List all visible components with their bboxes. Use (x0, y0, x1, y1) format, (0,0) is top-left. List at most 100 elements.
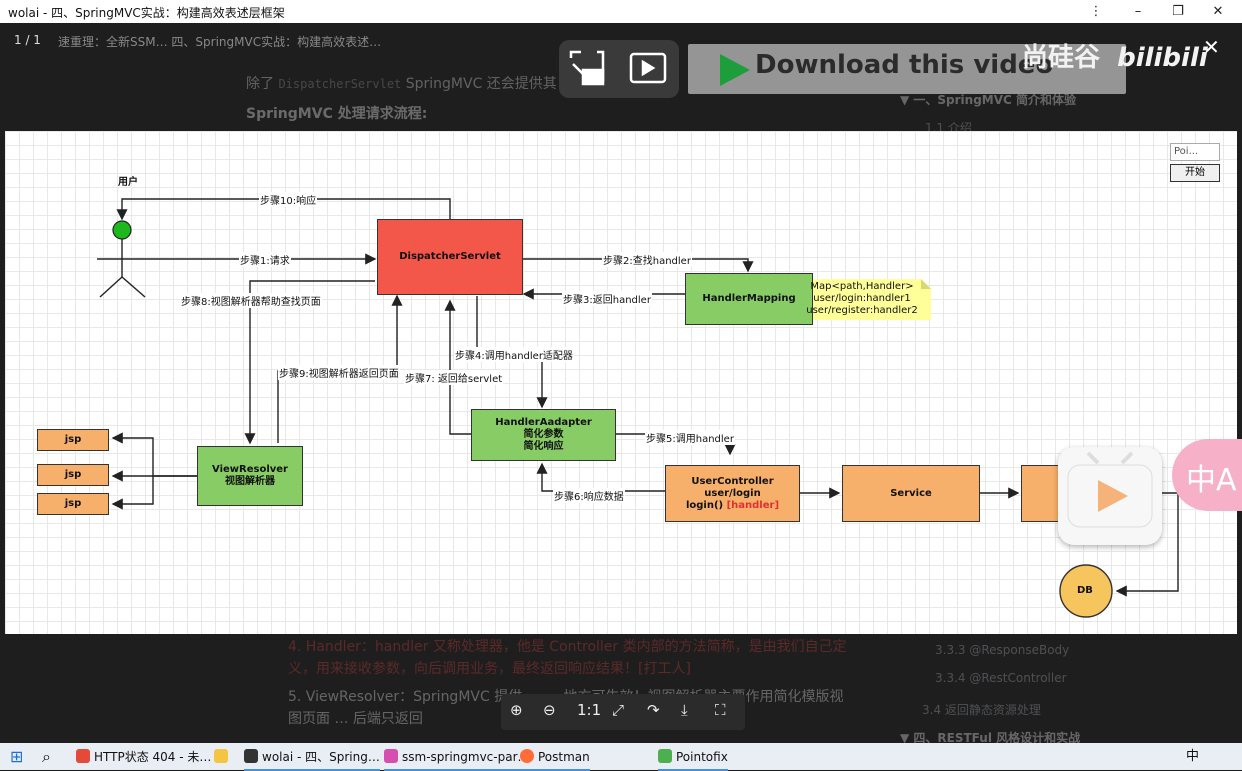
chrome-icon (76, 749, 90, 763)
doc-heading: SpringMVC 处理请求流程: (246, 106, 428, 122)
pointofix-widget: Poi... 开始 (1170, 143, 1220, 182)
taskbar-app-label: HTTP状态 404 - 未… (94, 750, 212, 764)
actual-size-button[interactable]: 1:1 (577, 701, 601, 719)
taskbar-app-label: wolai - 四、Spring… (262, 750, 380, 764)
doc-line1-prefix: 除了 (246, 76, 274, 92)
doc-line1-code: DispatcherServlet (278, 77, 402, 91)
toc-item[interactable]: 3.3.4 @RestController (935, 671, 1067, 685)
folder-glyph (214, 749, 228, 763)
step2-label: 步骤2:查找handler (602, 252, 692, 267)
step7-label: 步骤7: 返回给servlet (404, 370, 504, 385)
view-resolver-box: ViewResolver 视图解析器 (197, 446, 303, 506)
taskbar-app[interactable]: ssm-springmvc-par… (384, 747, 530, 771)
toc-item[interactable]: 3.4 返回静态资源处理 (922, 701, 1041, 718)
map-note-line: Map<path,Handler> (810, 281, 914, 292)
step6-label: 步骤6:响应数据 (553, 488, 625, 503)
viewer-close-icon[interactable]: ✕ (1203, 35, 1220, 59)
doc-line1: 除了 DispatcherServlet SpringMVC 还会提供其 (246, 73, 557, 93)
doc-line1-rest: SpringMVC 还会提供其 (405, 76, 557, 92)
step5-label: 步骤5:调用handler (645, 430, 735, 445)
taskbar-app[interactable]: Postman (520, 747, 590, 771)
taskbar-app-label: Pointofix (676, 750, 728, 764)
step10-label: 步骤10:响应 (259, 192, 318, 207)
user-controller-handler-tag: [handler] (726, 499, 780, 511)
jsp-box: jsp (37, 429, 109, 451)
floating-translate-widget[interactable]: 中A (1172, 439, 1242, 511)
folder-icon[interactable] (214, 747, 232, 767)
minimize-button[interactable]: – (1119, 1, 1157, 22)
floating-play-widget[interactable] (1058, 447, 1162, 545)
jsp-label: jsp (64, 469, 82, 480)
jsp-box: jsp (37, 493, 109, 515)
download-icon[interactable]: ⤓ (681, 701, 688, 719)
intellij-icon (384, 749, 398, 763)
view-resolver-title: ViewResolver (212, 464, 288, 475)
window-title: wolai - 四、SpringMVC实战：构建高效表述层框架 (8, 6, 285, 20)
pointofix-icon (658, 749, 672, 763)
bilibili-logo: bilibili (1117, 43, 1208, 73)
taskbar-app[interactable]: HTTP状态 404 - 未… (76, 747, 211, 767)
springmvc-flow-diagram: 用户 DispatcherServlet HandlerMapping Map<… (5, 131, 1242, 634)
brand-text: 尚硅谷 (1022, 43, 1101, 73)
dispatcher-servlet-box: DispatcherServlet (377, 219, 523, 295)
user-controller-box: UserController user/login login() [handl… (665, 465, 800, 522)
pointofix-start-button[interactable]: 开始 (1170, 164, 1220, 182)
doc-item-4: 4. Handler：handler 又称处理器，他是 Controller 类… (288, 639, 847, 677)
menu-icon[interactable]: ⋮ (1077, 1, 1115, 22)
user-controller-method-name: login() (685, 499, 724, 511)
step4-label: 步骤4:调用handler适配器 (454, 347, 574, 362)
handler-adapter-title: HandlerAadapter (495, 417, 592, 428)
user-controller-method: login() [handler] (686, 500, 779, 512)
zoom-out-icon[interactable]: ⊖ (543, 701, 556, 719)
wolai-icon (244, 749, 258, 763)
toc-item[interactable]: ▼ 四、RESTFul 风格设计和实战 (900, 729, 1080, 743)
user-controller-title: UserController (691, 475, 774, 487)
handler-adapter-line: 简化参数 (523, 429, 564, 440)
handler-mapping-box: HandlerMapping (685, 273, 813, 325)
restore-button[interactable]: ❐ (1159, 1, 1197, 22)
bilibili-watermark: 尚硅谷 bilibili (1022, 37, 1208, 74)
taskbar-app-label: Postman (538, 750, 590, 764)
fullscreen-icon[interactable]: ⛶ (715, 701, 726, 719)
ime-indicator[interactable]: 中 (1186, 747, 1199, 767)
jsp-box: jsp (37, 464, 109, 486)
step3-label: 步骤3:返回handler (562, 291, 652, 306)
translate-icon: 中A (1186, 463, 1237, 498)
taskbar-app[interactable]: Pointofix (658, 747, 728, 771)
user-controller-path: user/login (704, 487, 761, 499)
map-note-line: user/login:handler1 (813, 293, 911, 304)
page-counter: 1 / 1 (14, 33, 41, 47)
play-arrow-icon (720, 54, 750, 86)
handler-adapter-line: 简化响应 (523, 441, 564, 452)
taskbar-app[interactable]: wolai - 四、Spring… (244, 747, 380, 771)
toc-item[interactable]: 3.3.3 @ResponseBody (935, 643, 1069, 657)
taskbar-app-label: ssm-springmvc-par… (402, 750, 530, 764)
map-note: Map<path,Handler> user/login:handler1 us… (797, 281, 927, 317)
jsp-label: jsp (64, 498, 82, 509)
taskbar: ⊞ ⌕ HTTP状态 404 - 未… wolai - 四、Spring… ss… (0, 743, 1242, 771)
postman-icon (520, 749, 534, 763)
pointofix-input[interactable]: Poi... (1170, 143, 1220, 161)
fit-icon[interactable]: ⤢ (612, 701, 624, 719)
pip-icons (569, 50, 667, 86)
handler-mapping-label: HandlerMapping (702, 293, 796, 304)
db-label: DB (1077, 585, 1093, 596)
rotate-icon[interactable]: ↷ (647, 701, 660, 719)
service-box: Service (842, 465, 980, 522)
search-icon[interactable]: ⌕ (42, 747, 51, 767)
windows-start-icon[interactable]: ⊞ (10, 747, 23, 767)
play-icon (1067, 451, 1153, 528)
service-label: Service (890, 487, 932, 499)
step8-label: 步骤8:视图解析器帮助查找页面 (180, 293, 322, 308)
handler-adapter-box: HandlerAadapter 简化参数 简化响应 (471, 409, 616, 461)
map-note-line: user/register:handler2 (806, 305, 918, 316)
close-button[interactable]: ✕ (1199, 1, 1237, 22)
user-head (112, 220, 132, 240)
step1-label: 步骤1:请求 (239, 252, 291, 267)
image-viewer: 除了 DispatcherServlet SpringMVC 还会提供其 Spr… (0, 23, 1242, 743)
window-titlebar: wolai - 四、SpringMVC实战：构建高效表述层框架 ⋮ – ❐ ✕ (0, 0, 1242, 23)
doc-breadcrumb: 速重理：全新SSM… 四、SpringMVC实战：构建高效表述… (58, 35, 382, 49)
zoom-toolbar: ⊕ ⊖ 1:1 ⤢ ↷ ⤓ ⛶ (501, 694, 745, 730)
download-video-text: Download this video (755, 50, 1054, 80)
zoom-in-icon[interactable]: ⊕ (510, 701, 523, 719)
